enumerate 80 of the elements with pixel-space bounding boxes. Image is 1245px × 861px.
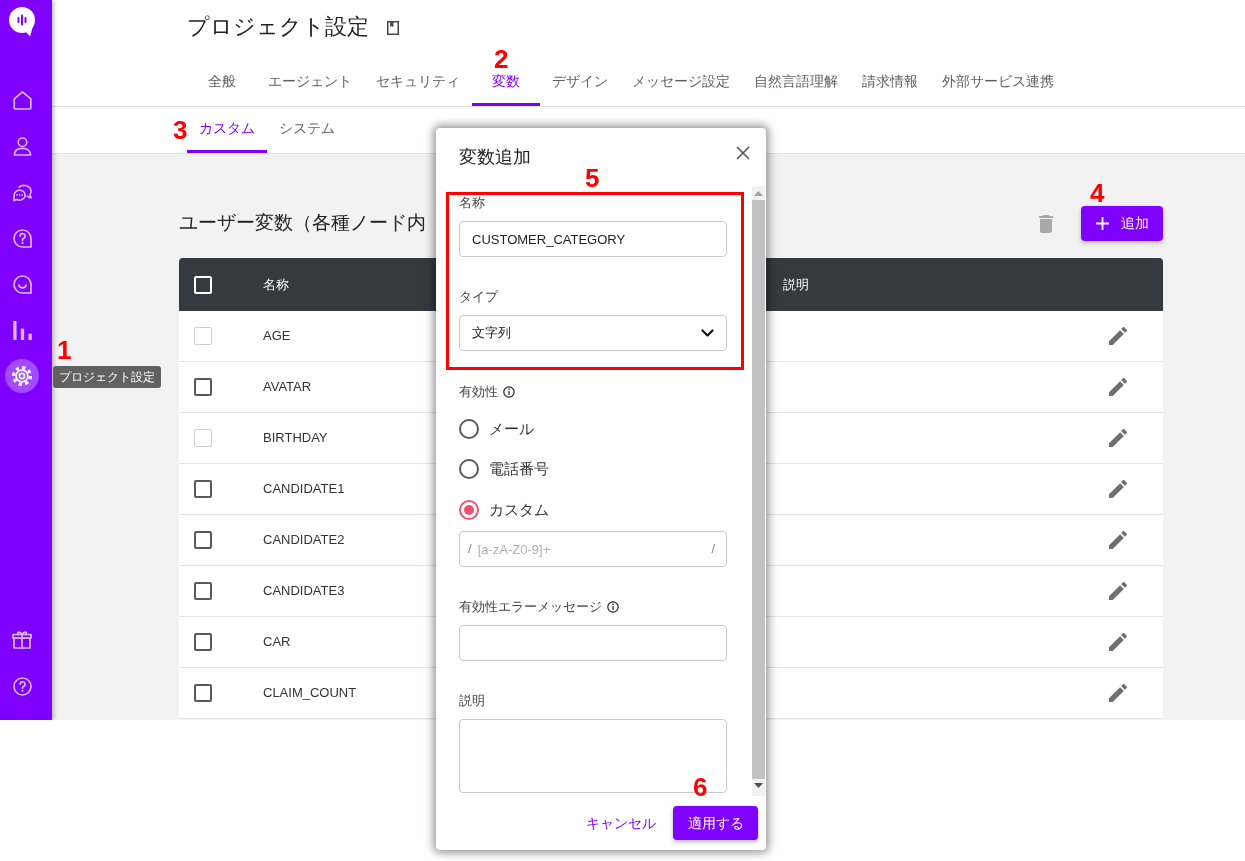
field-label: タイプ xyxy=(459,289,498,305)
section-heading: ユーザー変数（各種ノード内 xyxy=(179,211,426,236)
dialog-title: 変数追加 xyxy=(459,146,531,169)
info-icon[interactable] xyxy=(607,601,619,613)
settings-icon[interactable] xyxy=(5,359,39,393)
tab[interactable]: 全般 xyxy=(188,59,256,106)
edit-icon[interactable] xyxy=(1109,429,1127,447)
field-label: 名称 xyxy=(459,195,485,211)
regex-delimiter: / xyxy=(711,540,715,559)
logo-icon[interactable] xyxy=(8,7,36,37)
field-label: 有効性エラーメッセージ xyxy=(459,599,602,615)
question-bubble-icon[interactable] xyxy=(12,228,32,248)
bookmark-icon[interactable] xyxy=(387,21,399,35)
radio-button[interactable] xyxy=(459,459,479,479)
edit-icon[interactable] xyxy=(1109,633,1127,651)
radio-button[interactable] xyxy=(459,500,479,520)
field-label: 説明 xyxy=(459,693,485,709)
table-cell-text: AVATAR xyxy=(263,378,312,397)
checkbox[interactable] xyxy=(194,684,212,702)
info-icon[interactable] xyxy=(503,386,515,398)
error-message-input[interactable] xyxy=(459,625,727,661)
tooltip: プロジェクト設定 xyxy=(53,366,161,388)
scroll-down-arrow-icon[interactable] xyxy=(754,783,763,788)
checkbox[interactable] xyxy=(194,582,212,600)
table-cell-text: CANDIDATE2 xyxy=(263,531,345,550)
annotation-number: 4 xyxy=(1090,180,1105,206)
apply-button[interactable]: 適用する xyxy=(673,806,758,840)
radio-option[interactable]: メール xyxy=(459,417,534,441)
tab[interactable]: 請求情報 xyxy=(850,59,930,106)
type-select[interactable]: 文字列 xyxy=(459,315,727,351)
radio-option[interactable]: カスタム xyxy=(459,498,549,522)
checkbox[interactable] xyxy=(194,480,212,498)
gift-icon[interactable] xyxy=(12,631,32,649)
column-header: 説明 xyxy=(783,275,809,294)
close-icon[interactable] xyxy=(736,146,750,160)
smile-bubble-icon[interactable] xyxy=(12,274,32,294)
regex-input[interactable]: [a-zA-Z0-9]+ xyxy=(477,539,706,559)
page-title: プロジェクト設定 xyxy=(187,13,369,41)
edit-icon[interactable] xyxy=(1109,327,1127,345)
tab[interactable]: メッセージ設定 xyxy=(620,59,742,106)
annotation-number: 6 xyxy=(693,774,708,800)
bar-chart-icon[interactable] xyxy=(12,320,32,340)
checkbox[interactable] xyxy=(194,378,212,396)
radio-button[interactable] xyxy=(459,419,479,439)
regex-delimiter: / xyxy=(468,540,472,559)
tab[interactable]: セキュリティ xyxy=(364,59,472,106)
table-cell-text: CANDIDATE3 xyxy=(263,582,345,601)
tab[interactable]: 外部サービス連携 xyxy=(930,59,1066,106)
radio-option[interactable]: 電話番号 xyxy=(459,457,549,481)
tab[interactable]: エージェント xyxy=(256,59,364,106)
table-cell-text: BIRTHDAY xyxy=(263,429,328,448)
help-icon[interactable] xyxy=(12,676,32,696)
checkbox[interactable] xyxy=(194,531,212,549)
chat-bubbles-icon[interactable] xyxy=(12,182,32,202)
column-header: 名称 xyxy=(263,275,289,294)
user-icon[interactable] xyxy=(12,136,32,156)
cancel-button[interactable]: キャンセル xyxy=(578,806,664,840)
annotation-number: 3 xyxy=(173,117,188,143)
annotation-number: 1 xyxy=(57,337,72,363)
tab[interactable]: デザイン xyxy=(540,59,620,106)
annotation-number: 5 xyxy=(585,165,600,191)
pattern-field[interactable]: / [a-zA-Z0-9]+ / xyxy=(459,531,727,567)
name-input[interactable]: CUSTOMER_CATEGORY xyxy=(459,221,727,257)
table-cell-text: CANDIDATE1 xyxy=(263,480,345,499)
sub-tab[interactable]: システム xyxy=(267,107,347,153)
edit-icon[interactable] xyxy=(1109,684,1127,702)
edit-icon[interactable] xyxy=(1109,582,1127,600)
edit-icon[interactable] xyxy=(1109,480,1127,498)
checkbox[interactable] xyxy=(194,633,212,651)
table-cell-text: AGE xyxy=(263,327,291,346)
table-cell-text: CLAIM_COUNT xyxy=(263,684,357,703)
plus-icon xyxy=(1095,217,1109,230)
edit-icon[interactable] xyxy=(1109,378,1127,396)
field-label: 有効性 xyxy=(459,384,498,400)
home-icon[interactable] xyxy=(12,90,32,110)
add-button[interactable]: 追加 xyxy=(1081,206,1163,241)
edit-icon[interactable] xyxy=(1109,531,1127,549)
table-cell-text: CAR xyxy=(263,633,291,652)
chevron-down-icon xyxy=(701,329,714,337)
tab[interactable]: 自然言語理解 xyxy=(742,59,850,106)
